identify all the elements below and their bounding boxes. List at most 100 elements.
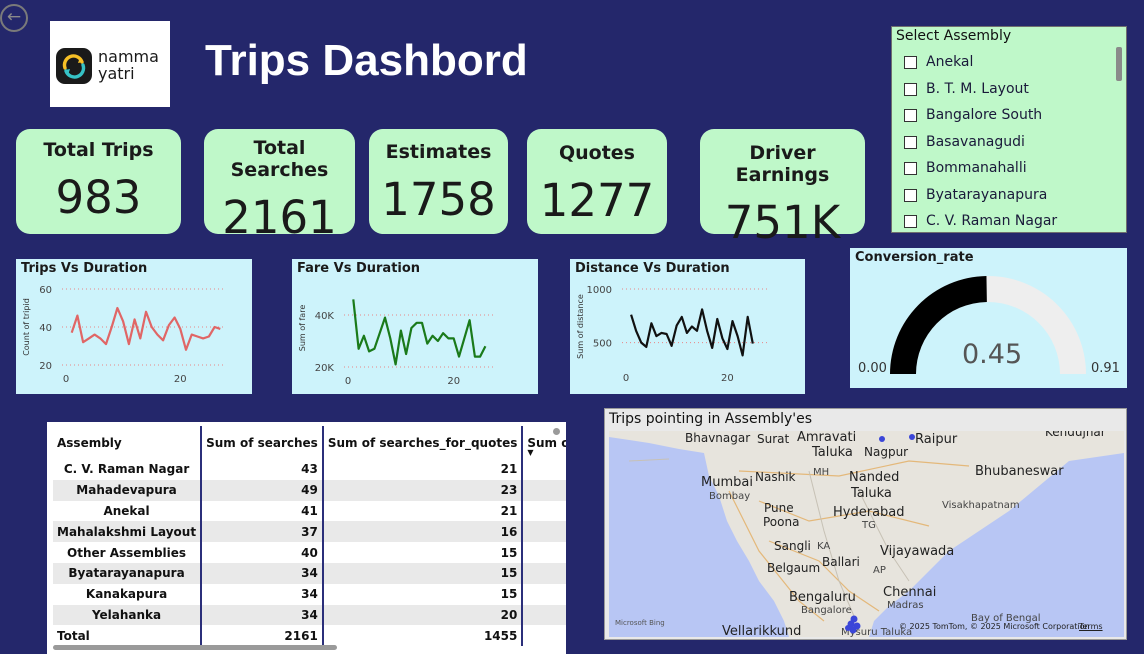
slicer-item-label: Bangalore South — [926, 107, 1043, 123]
table-row[interactable]: Mahadevapura 49 23 — [53, 479, 566, 501]
y-axis-label: Sum of distance — [576, 294, 585, 359]
kpi-total-searches: Total Searches 2161 — [204, 129, 355, 244]
cell-total-searches: 2161 — [201, 625, 324, 647]
map-point[interactable] — [845, 625, 851, 631]
series-line[interactable] — [70, 306, 221, 351]
table-row[interactable]: Anekal 41 21 — [53, 500, 566, 522]
kpi-value: 983 — [55, 171, 142, 224]
slicer-item-basavanagudi[interactable]: Basavanagudi — [904, 132, 1025, 152]
kpi-value: 1758 — [381, 173, 496, 226]
cell-searches: 40 — [201, 542, 324, 563]
table-vertical-scrollbar[interactable] — [553, 428, 560, 435]
logo-line2: yatri — [98, 64, 135, 83]
cell-empty — [522, 584, 566, 605]
table: Assembly Sum of searches Sum of searches… — [53, 426, 566, 647]
y-tick-label: 40 — [39, 323, 52, 334]
table-horizontal-scrollbar[interactable] — [53, 645, 337, 650]
checkbox-icon[interactable] — [904, 55, 917, 69]
cell-assembly: Yelahanka — [53, 604, 203, 626]
kpi-value: 751K — [724, 196, 841, 249]
page-title: Trips Dashbord — [205, 36, 528, 85]
distance-line-chart: 1000 500 0 20 Sum of distance — [576, 285, 768, 384]
slicer-item-cv-raman-nagar[interactable]: C. V. Raman Nagar — [904, 211, 1057, 231]
back-button[interactable]: ← — [0, 4, 28, 32]
table-row[interactable]: C. V. Raman Nagar 43 21 — [53, 459, 566, 480]
slicer-item-btm-layout[interactable]: B. T. M. Layout — [904, 79, 1029, 99]
slicer-item-label: C. V. Raman Nagar — [926, 213, 1058, 229]
checkbox-icon[interactable] — [904, 135, 917, 149]
checkbox-icon[interactable] — [904, 161, 917, 175]
slicer-item-anekal[interactable]: Anekal — [904, 52, 973, 72]
x-tick-label: 0 — [623, 373, 629, 384]
cell-assembly: Other Assemblies — [53, 542, 203, 563]
trips-line-chart: 60 40 20 0 20 Count of tripid — [22, 285, 226, 385]
slicer-item-bangalore-south[interactable]: Bangalore South — [904, 105, 1042, 125]
table-row[interactable]: Yelahanka 34 20 — [53, 604, 566, 626]
series-line[interactable] — [630, 308, 754, 357]
cell-quotes: 21 — [322, 500, 524, 522]
y-axis-label: Sum of fare — [298, 305, 307, 352]
table-row[interactable]: Mahalakshmi Layout 37 16 — [53, 521, 566, 543]
map-canvas[interactable]: Bhavnagar Surat Amravati Raipur Kendujha… — [609, 431, 1124, 637]
map-point[interactable] — [879, 436, 885, 442]
slicer-item-label: B. T. M. Layout — [926, 81, 1029, 97]
chart-fare-vs-duration: Fare Vs Duration 40K 20K 0 20 Sum of fare — [292, 259, 538, 394]
cell-empty — [522, 542, 566, 563]
table-row[interactable]: Other Assemblies 40 15 — [53, 542, 566, 563]
cell-searches: 34 — [201, 562, 324, 584]
map-point[interactable] — [909, 434, 915, 440]
cell-total-label: Total — [53, 625, 203, 647]
conversion-rate-gauge: Conversion_rate 0.45 0.00 0.91 — [850, 248, 1127, 388]
kpi-quotes: Quotes 1277 — [527, 129, 667, 234]
table-row[interactable]: Byatarayanapura 34 15 — [53, 562, 566, 584]
checkbox-icon[interactable] — [904, 108, 917, 122]
cell-searches: 41 — [201, 500, 324, 522]
checkbox-icon[interactable] — [904, 82, 917, 96]
y-tick-label: 60 — [39, 285, 52, 296]
checkbox-icon[interactable] — [904, 188, 917, 202]
y-tick-label: 20K — [315, 363, 335, 374]
namma-yatri-logo-icon — [56, 48, 92, 84]
kpi-estimates: Estimates 1758 — [369, 129, 508, 234]
sort-descending-icon[interactable]: ▼ — [527, 448, 533, 457]
x-tick-label: 20 — [721, 373, 734, 384]
fare-line-chart: 40K 20K 0 20 Sum of fare — [298, 299, 496, 387]
col-header-searches[interactable]: Sum of searches — [201, 426, 324, 459]
assembly-slicer: Select Assembly Anekal B. T. M. Layout B… — [891, 26, 1127, 233]
y-tick-label: 500 — [593, 339, 612, 350]
kpi-label: Quotes — [558, 142, 635, 164]
cell-empty — [522, 479, 566, 501]
cell-empty — [522, 625, 566, 646]
kpi-label: Driver Earnings — [735, 142, 830, 186]
trips-map-visual: Trips pointing in Assembly'es Bhavnagar … — [604, 408, 1127, 640]
col-header-assembly[interactable]: Assembly — [53, 426, 203, 459]
col-header-searches-for-quotes[interactable]: Sum of searches_for_quotes — [322, 426, 524, 459]
slicer-item-label: Basavanagudi — [926, 134, 1025, 150]
cell-searches: 34 — [201, 604, 324, 626]
map-points — [845, 434, 915, 634]
series-line[interactable] — [352, 299, 487, 366]
cell-quotes: 16 — [322, 521, 524, 543]
assembly-table: Assembly Sum of searches Sum of searches… — [47, 422, 566, 654]
checkbox-icon[interactable] — [904, 214, 917, 228]
slicer-item-bommanahalli[interactable]: Bommanahalli — [904, 158, 1027, 178]
cell-searches: 37 — [201, 521, 324, 543]
logo: namma yatri — [50, 21, 170, 107]
gauge-min: 0.00 — [858, 361, 887, 376]
logo-line1: namma — [98, 47, 159, 66]
table-header-row: Assembly Sum of searches Sum of searches… — [53, 426, 566, 459]
cell-quotes: 20 — [322, 604, 524, 626]
slicer-item-byatarayanapura[interactable]: Byatarayanapura — [904, 185, 1047, 205]
cell-assembly: Mahalakshmi Layout — [53, 521, 203, 543]
arrow-left-circle-icon: ← — [6, 7, 22, 27]
slicer-item-label: Anekal — [926, 54, 974, 70]
slicer-item-label: Bommanahalli — [926, 160, 1027, 176]
y-tick-label: 1000 — [587, 285, 612, 296]
table-row[interactable]: Kanakapura 34 15 — [53, 583, 566, 605]
kpi-label: Estimates — [385, 141, 492, 163]
cell-quotes: 15 — [322, 583, 524, 605]
slicer-scrollbar[interactable] — [1116, 47, 1122, 81]
gauge-max: 0.91 — [1091, 361, 1120, 376]
slicer-item-label: Byatarayanapura — [926, 187, 1048, 203]
x-tick-label: 0 — [345, 376, 351, 387]
